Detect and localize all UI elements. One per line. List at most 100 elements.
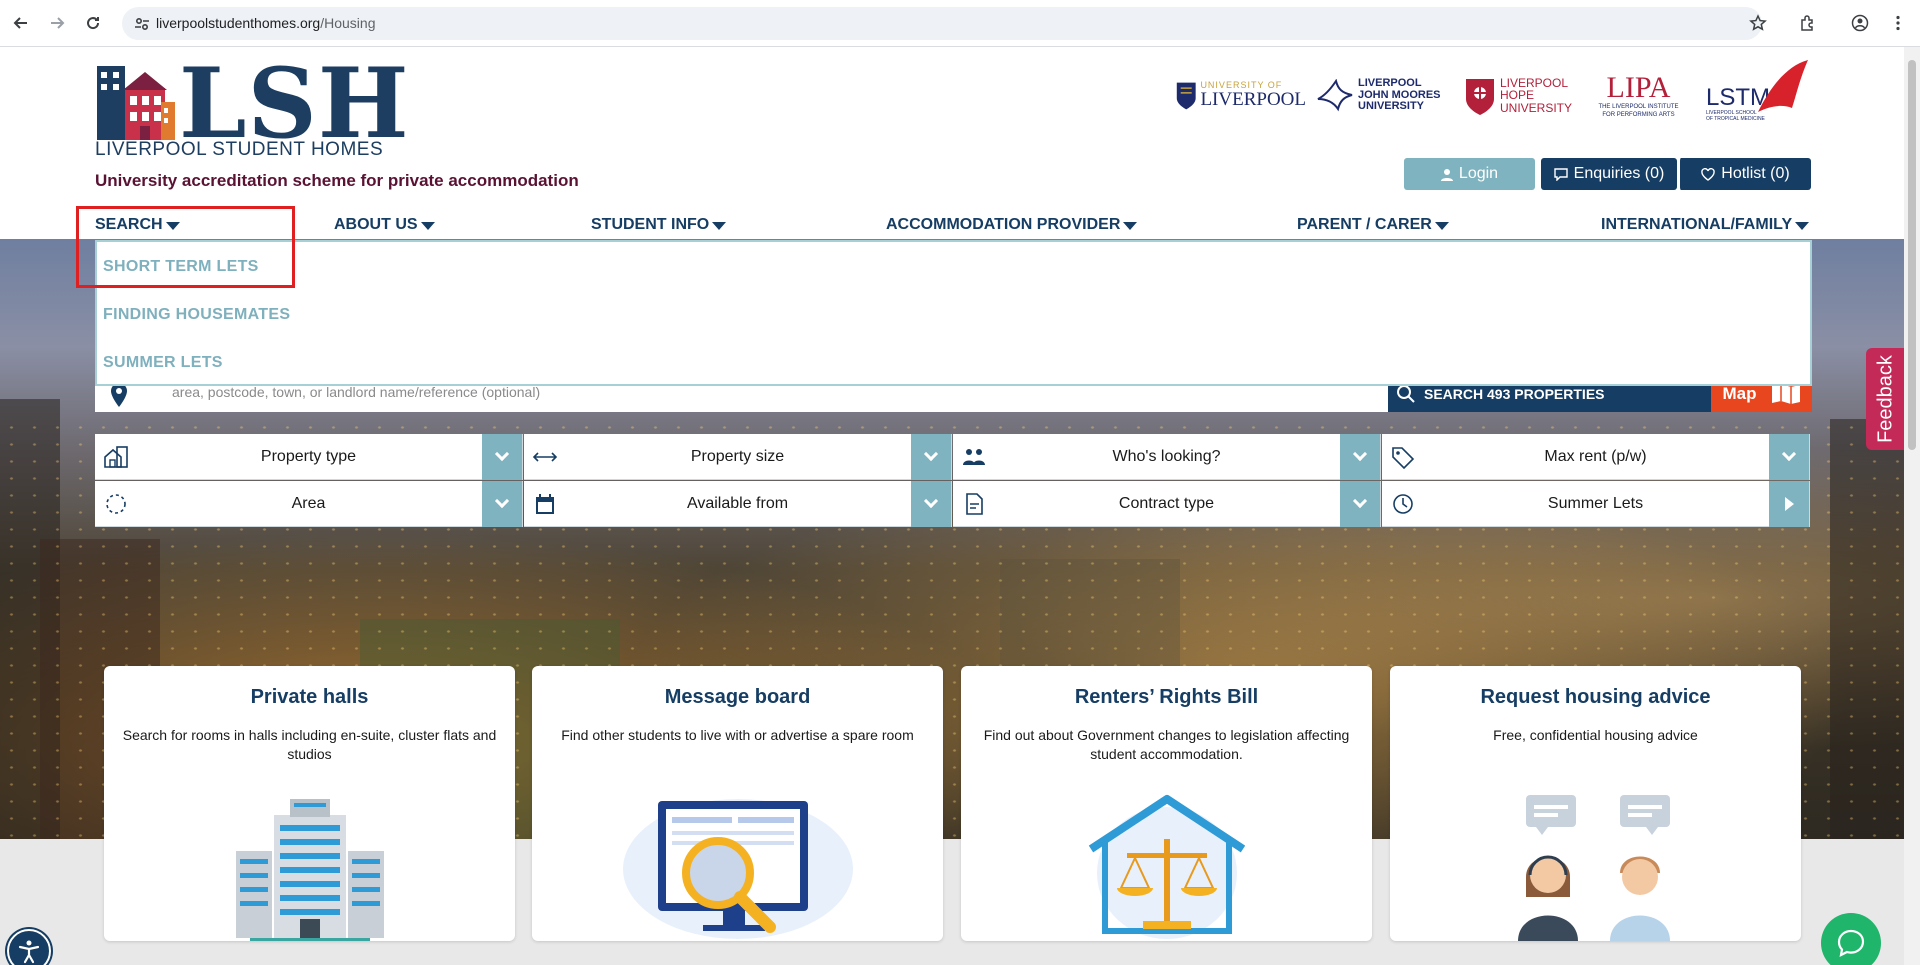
- dropdown-item-finding-housemates[interactable]: FINDING HOUSEMATES: [103, 306, 290, 324]
- login-button[interactable]: Login: [1404, 158, 1535, 190]
- accessibility-button[interactable]: [7, 929, 51, 965]
- caret-right-icon: [1784, 497, 1794, 511]
- user-icon: [1440, 168, 1453, 181]
- partner-logo-lstm[interactable]: LSTM LIVERPOOL SCHOOL OF TROPICAL MEDICI…: [1706, 58, 1811, 133]
- browser-toolbar: liverpoolstudenthomes.org/Housing: [0, 0, 1920, 47]
- card-title: Message board: [664, 686, 811, 708]
- url-text: liverpoolstudenthomes.org/Housing: [156, 15, 376, 31]
- chat-bubble-icon: [1837, 929, 1865, 957]
- chevron-down-icon: [923, 493, 939, 509]
- dropdown-item-summer-lets[interactable]: SUMMER LETS: [103, 354, 223, 372]
- partner-logo-liverpool[interactable]: UNIVERSITY OF LIVERPOOL: [1176, 58, 1306, 133]
- enquiries-button[interactable]: Enquiries (0): [1541, 158, 1677, 190]
- address-bar[interactable]: liverpoolstudenthomes.org/Housing: [122, 7, 1762, 40]
- menu-kebab-icon[interactable]: [1887, 12, 1909, 34]
- dropdown-toggle[interactable]: [1340, 434, 1380, 480]
- filter-grid: Property type Property size Who's lookin…: [95, 434, 1811, 528]
- bird-icon: [1317, 78, 1353, 111]
- dashed-circle-icon: [106, 494, 126, 514]
- card-text: Find other students to live with or adve…: [561, 727, 914, 743]
- clock-icon: [1393, 494, 1413, 514]
- chevron-down-icon: [494, 493, 510, 509]
- caret-down-icon: [712, 222, 727, 230]
- site-tagline: University accreditation scheme for priv…: [95, 171, 579, 190]
- site-logo[interactable]: LSH LIVERPOOL STUDENT HOMES: [95, 56, 409, 161]
- extensions-icon[interactable]: [1797, 12, 1819, 34]
- chevron-down-icon: [1352, 446, 1368, 462]
- card-renters-rights-bill[interactable]: Renters’ Rights Bill Find out about Gove…: [961, 666, 1372, 941]
- filter-available-from[interactable]: Available from: [524, 481, 952, 527]
- chevron-down-icon: [1781, 446, 1797, 462]
- back-icon[interactable]: [10, 12, 32, 34]
- house-icon: [104, 446, 128, 468]
- card-text: Search for rooms in halls including en-s…: [122, 727, 497, 762]
- chat-button[interactable]: [1821, 913, 1881, 965]
- caret-down-icon: [420, 222, 435, 230]
- filter-property-size[interactable]: Property size: [524, 434, 952, 480]
- bookmark-star-icon[interactable]: [1747, 12, 1769, 34]
- scrollbar-thumb[interactable]: [1908, 60, 1916, 450]
- chevron-down-icon: [494, 446, 510, 462]
- profile-icon[interactable]: [1849, 12, 1871, 34]
- nav-about-us[interactable]: ABOUT US: [334, 216, 435, 234]
- dropdown-toggle[interactable]: [911, 434, 951, 480]
- chevron-down-icon: [923, 446, 939, 462]
- filter-area[interactable]: Area: [95, 481, 523, 527]
- card-request-housing-advice[interactable]: Request housing advice Free, confidentia…: [1390, 666, 1801, 941]
- caret-down-icon: [1795, 222, 1810, 230]
- main-navigation: SEARCH ABOUT US STUDENT INFO ACCOMMODATI…: [95, 216, 1815, 238]
- arrows-horizontal-icon: [532, 452, 558, 462]
- hope-crest-icon: [1466, 78, 1494, 115]
- site-info-icon[interactable]: [134, 16, 150, 32]
- dropdown-toggle[interactable]: [911, 481, 951, 527]
- hotlist-button[interactable]: Hotlist (0): [1678, 158, 1811, 190]
- partner-logo-hope[interactable]: LIVERPOOL HOPE UNIVERSITY: [1464, 58, 1574, 133]
- caret-down-icon: [1434, 222, 1449, 230]
- map-icon: [1771, 384, 1800, 404]
- computer-search-illustration-icon: [532, 778, 943, 941]
- feedback-tab[interactable]: Feedback: [1866, 348, 1906, 450]
- heart-icon: [1701, 167, 1715, 181]
- nav-parent-carer[interactable]: PARENT / CARER: [1297, 216, 1449, 234]
- tag-icon: [1392, 447, 1415, 469]
- nav-accommodation-provider[interactable]: ACCOMMODATION PROVIDER: [886, 216, 1138, 234]
- chevron-down-icon: [1352, 493, 1368, 509]
- card-message-board[interactable]: Message board Find other students to liv…: [532, 666, 943, 941]
- partner-logo-ljmu[interactable]: LIVERPOOL JOHN MOORES UNIVERSITY: [1316, 58, 1451, 133]
- building-illustration-icon: [104, 778, 515, 941]
- card-text: Find out about Government changes to leg…: [983, 727, 1350, 762]
- nav-international-family[interactable]: INTERNATIONAL/FAMILY: [1601, 216, 1810, 234]
- filter-property-type[interactable]: Property type: [95, 434, 523, 480]
- dropdown-toggle[interactable]: [482, 481, 522, 527]
- filter-contract-type[interactable]: Contract type: [953, 481, 1381, 527]
- logo-buildings-icon: [97, 66, 175, 140]
- card-title: Request housing advice: [1480, 686, 1711, 708]
- reload-icon[interactable]: [82, 12, 104, 34]
- card-text: Free, confidential housing advice: [1493, 727, 1698, 743]
- highlight-annotation-box: [76, 206, 295, 288]
- nav-student-info[interactable]: STUDENT INFO: [591, 216, 727, 234]
- advisors-illustration-icon: [1390, 778, 1801, 941]
- document-icon: [966, 493, 983, 515]
- search-icon: [1397, 385, 1415, 403]
- dropdown-toggle[interactable]: [482, 434, 522, 480]
- calendar-icon: [536, 494, 554, 514]
- forward-icon[interactable]: [46, 12, 68, 34]
- filter-summer-lets[interactable]: Summer Lets: [1382, 481, 1810, 527]
- dropdown-toggle[interactable]: [1340, 481, 1380, 527]
- caret-down-icon: [1123, 222, 1138, 230]
- house-scales-illustration-icon: [961, 778, 1372, 941]
- card-title: Renters’ Rights Bill: [1074, 686, 1259, 708]
- people-icon: [963, 449, 985, 465]
- logo-subtitle: LIVERPOOL STUDENT HOMES: [95, 139, 384, 160]
- partner-logo-lipa[interactable]: LIPA THE LIVERPOOL INSTITUTE FOR PERFORM…: [1591, 58, 1686, 133]
- crest-icon: [1176, 82, 1196, 109]
- search-input[interactable]: area, postcode, town, or landlord name/r…: [172, 384, 540, 400]
- comment-icon: [1553, 167, 1568, 181]
- filter-max-rent[interactable]: Max rent (p/w): [1382, 434, 1810, 480]
- card-private-halls[interactable]: Private halls Search for rooms in halls …: [104, 666, 515, 941]
- search-dropdown-menu: SHORT TERM LETS FINDING HOUSEMATES SUMME…: [95, 240, 1812, 386]
- expand-toggle[interactable]: [1769, 481, 1809, 527]
- filter-whos-looking[interactable]: Who's looking?: [953, 434, 1381, 480]
- dropdown-toggle[interactable]: [1769, 434, 1809, 480]
